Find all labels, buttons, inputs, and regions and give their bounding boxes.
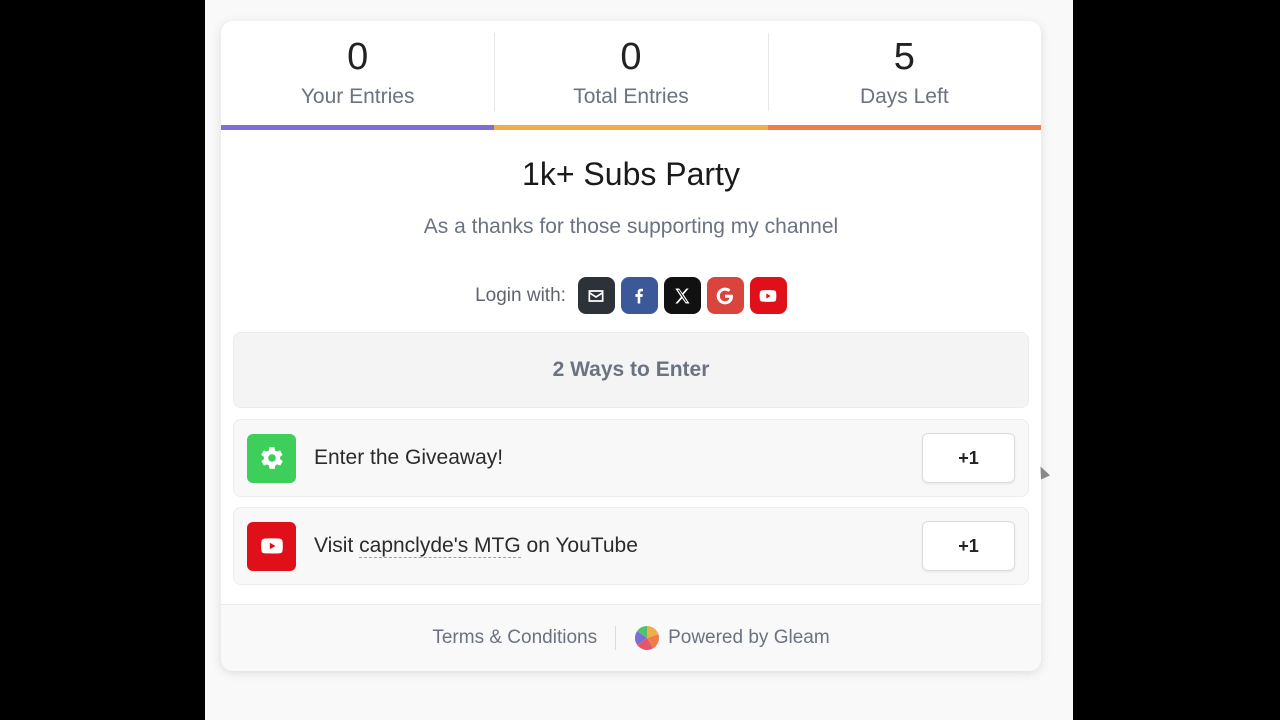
terms-link[interactable]: Terms & Conditions xyxy=(432,627,597,649)
gleam-logo-icon xyxy=(635,625,660,651)
stat-your-entries: 0 Your Entries xyxy=(221,21,495,130)
facebook-icon xyxy=(635,288,644,303)
entry-points-button[interactable]: +1 xyxy=(922,521,1015,571)
stat-value: 5 xyxy=(893,36,915,78)
entry-method-youtube[interactable]: Visit capnclyde's MTG on YouTube +1 xyxy=(233,507,1029,585)
stats-bar: 0 Your Entries 0 Total Entries 5 Days Le… xyxy=(221,21,1041,130)
gear-icon xyxy=(260,447,283,469)
stat-value: 0 xyxy=(347,36,369,78)
footer-divider xyxy=(615,626,617,650)
youtube-icon xyxy=(260,538,283,554)
x-icon xyxy=(675,288,690,303)
stat-label: Your Entries xyxy=(300,85,415,108)
stat-value: 0 xyxy=(620,36,642,78)
channel-link[interactable]: capnclyde's MTG xyxy=(359,534,521,558)
google-icon xyxy=(717,287,734,304)
login-label: Login with: xyxy=(475,284,566,306)
stat-days-left: 5 Days Left xyxy=(767,21,1041,130)
stat-total-entries: 0 Total Entries xyxy=(494,21,768,130)
campaign-subtitle: As a thanks for those supporting my chan… xyxy=(423,215,839,238)
login-x-button[interactable] xyxy=(663,277,701,314)
login-facebook-button[interactable] xyxy=(620,277,658,314)
ways-to-enter-header: 2 Ways to Enter xyxy=(233,332,1029,408)
login-row: Login with: xyxy=(221,277,1041,314)
widget-footer: Terms & Conditions Powered by Gleam xyxy=(221,604,1041,671)
login-email-button[interactable] xyxy=(577,277,615,314)
entry-label: Enter the Giveaway! xyxy=(314,446,922,470)
powered-by-label: Powered by Gleam xyxy=(668,627,830,648)
entry-icon-box xyxy=(247,433,296,483)
login-youtube-button[interactable] xyxy=(749,277,787,314)
giveaway-widget: 0 Your Entries 0 Total Entries 5 Days Le… xyxy=(221,21,1041,671)
entry-label-text: Enter the Giveaway! xyxy=(314,446,504,469)
stat-label: Total Entries xyxy=(573,85,689,108)
entry-points-button[interactable]: +1 xyxy=(922,433,1015,483)
entry-label: Visit capnclyde's MTG on YouTube xyxy=(314,534,922,558)
envelope-icon xyxy=(588,289,604,302)
entry-method-giveaway[interactable]: Enter the Giveaway! +1 xyxy=(233,419,1029,497)
entry-icon-box xyxy=(247,521,296,571)
youtube-icon xyxy=(760,289,777,302)
entry-label-suffix: on YouTube xyxy=(520,534,638,557)
powered-by-gleam-link[interactable]: Powered by Gleam xyxy=(634,625,830,651)
campaign-title: 1k+ Subs Party xyxy=(522,156,740,192)
entry-label-prefix: Visit xyxy=(314,534,360,557)
stat-label: Days Left xyxy=(859,85,949,108)
login-google-button[interactable] xyxy=(706,277,744,314)
